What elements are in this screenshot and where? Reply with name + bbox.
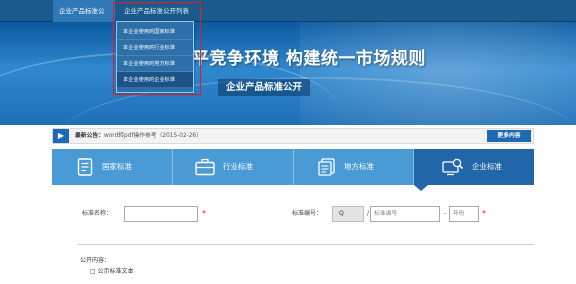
banner-slogan: 平竞争环境 构建统一市场规则 <box>192 49 426 69</box>
year-input[interactable]: 年份 <box>449 206 479 222</box>
active-tab-caret <box>414 185 428 191</box>
public-content-label: 公开内容： <box>80 257 111 264</box>
banner: 平竞争环境 构建统一市场规则 企业产品标准公开 <box>0 22 576 125</box>
dash-separator: - <box>444 210 447 217</box>
tab-enterprise-standard[interactable]: 企业标准 <box>414 149 534 185</box>
briefcase-icon <box>195 158 215 176</box>
tab-local-standard[interactable]: 地方标准 <box>294 149 414 185</box>
public-standard-text-option[interactable]: □ 公示标准文本 <box>90 266 134 275</box>
standard-number-input[interactable]: 标准编号 <box>370 206 440 222</box>
tab-national-standard[interactable]: 国家标准 <box>52 149 172 185</box>
notice-bar: ▶ 最新公告： word转pdf操作参考（2015-02-26） 更多内容 <box>52 128 534 144</box>
required-mark: * <box>482 209 486 218</box>
tab-label: 地方标准 <box>344 162 374 171</box>
document-icon <box>77 158 93 176</box>
section-divider <box>78 244 534 245</box>
standard-prefix-box: Q <box>332 206 364 222</box>
notice-label: 最新公告： <box>75 133 104 139</box>
tab-label: 国家标准 <box>102 162 132 171</box>
top-nav: 企业产品标准公开 企业产品标准公开列表 <box>0 0 576 37</box>
input-placeholder: 标准编号 <box>374 211 398 217</box>
standard-name-input[interactable] <box>124 206 198 222</box>
nav-tab-product-standard-public[interactable]: 企业产品标准公开 <box>53 0 115 37</box>
more-content-button[interactable]: 更多内容 <box>487 130 531 142</box>
documents-icon <box>318 158 335 176</box>
speaker-icon: ▶ <box>53 129 69 143</box>
input-placeholder: 年份 <box>453 211 465 217</box>
tab-label: 企业标准 <box>472 162 502 171</box>
tab-label: 行业标准 <box>223 162 253 171</box>
standard-name-label: 标准名称： <box>82 210 113 217</box>
tab-industry-standard[interactable]: 行业标准 <box>173 149 293 185</box>
notice-link[interactable]: word转pdf操作参考（2015-02-26） <box>104 129 202 143</box>
banner-subtitle: 企业产品标准公开 <box>218 79 311 96</box>
required-mark: * <box>202 209 206 218</box>
computer-search-icon <box>442 158 464 176</box>
highlight-box <box>113 2 201 95</box>
category-tabs: 国家标准 行业标准 地方标准 企业标准 <box>52 149 534 185</box>
standard-number-label: 标准编号： <box>292 210 323 217</box>
slash-separator: / <box>367 210 370 217</box>
